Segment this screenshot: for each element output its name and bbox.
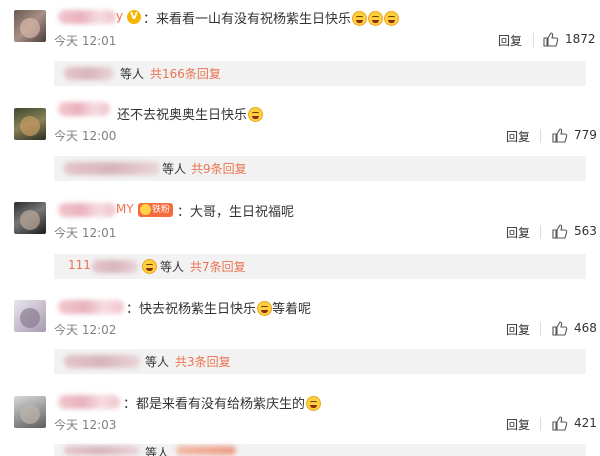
sub-reply-users-blurred xyxy=(64,162,160,175)
like-button[interactable]: 1872 xyxy=(543,32,596,48)
username-tail[interactable]: y xyxy=(116,9,123,23)
username-tail[interactable]: MY xyxy=(116,202,134,216)
sub-replies-bar[interactable]: 等人 共9条回复 xyxy=(54,156,586,181)
avatar[interactable] xyxy=(14,300,46,332)
timestamp: 今天 12:03 xyxy=(54,418,117,432)
sub-reply-deng: 等人 xyxy=(162,162,187,176)
timestamp: 今天 12:01 xyxy=(54,34,117,48)
reply-button[interactable]: 回复 xyxy=(506,128,530,145)
verified-v-icon: V xyxy=(127,10,141,24)
avatar[interactable] xyxy=(14,108,46,140)
heart-icon xyxy=(140,204,151,215)
comment-text: ：都是来看有没有给杨紫庆生的 xyxy=(123,393,322,412)
reply-button[interactable]: 回复 xyxy=(506,224,530,241)
sub-reply-users-blurred xyxy=(92,260,138,273)
sub-replies-bar[interactable]: 等人 xyxy=(54,444,586,456)
emoji-icon xyxy=(306,396,322,411)
thumbs-up-icon xyxy=(552,224,568,239)
timestamp: 今天 12:00 xyxy=(54,129,117,143)
username-blurred[interactable] xyxy=(58,102,110,116)
username-blurred[interactable] xyxy=(58,203,116,217)
username-blurred[interactable] xyxy=(58,395,120,409)
sub-replies-bar[interactable]: 等人 共3条回复 xyxy=(54,349,586,374)
laugh-emoji-icon xyxy=(384,11,400,26)
like-count: 1872 xyxy=(565,32,596,46)
like-count: 421 xyxy=(574,416,597,430)
sub-reply-count-link[interactable]: 共7条回复 xyxy=(190,258,246,275)
divider xyxy=(540,129,541,143)
like-count: 563 xyxy=(574,224,597,238)
sub-reply-count-link[interactable]: 共3条回复 xyxy=(175,353,231,370)
sub-reply-users-blurred xyxy=(64,67,114,80)
timestamp: 今天 12:02 xyxy=(54,323,117,337)
divider xyxy=(540,417,541,431)
reply-button[interactable]: 回复 xyxy=(498,32,522,49)
sub-reply-count-link[interactable]: 共9条回复 xyxy=(191,160,247,177)
sub-reply-user-prefix[interactable]: 111 xyxy=(68,258,91,272)
comment-text: ：来看看一山有没有祝杨紫生日快乐 xyxy=(143,8,400,27)
emoji-icon xyxy=(142,259,157,274)
divider xyxy=(540,322,541,336)
emoji-icon xyxy=(248,107,264,122)
like-button[interactable]: 421 xyxy=(552,416,597,432)
comment-text: ：大哥，生日祝福呢 xyxy=(177,205,295,220)
laugh-emoji-icon xyxy=(368,11,384,26)
reply-button[interactable]: 回复 xyxy=(506,321,530,338)
sub-reply-deng: 等人 xyxy=(120,67,145,81)
avatar[interactable] xyxy=(14,202,46,234)
laugh-emoji-icon xyxy=(352,11,368,26)
avatar[interactable] xyxy=(14,10,46,42)
sub-reply-users-blurred xyxy=(64,355,140,368)
thumbs-up-icon xyxy=(543,32,559,47)
sub-reply-count-blurred xyxy=(176,446,236,455)
divider xyxy=(540,225,541,239)
grin-emoji-icon xyxy=(257,301,273,316)
sub-reply-deng: 等人 xyxy=(160,260,185,274)
reply-button[interactable]: 回复 xyxy=(506,416,530,433)
thumbs-up-icon xyxy=(552,321,568,336)
timestamp: 今天 12:01 xyxy=(54,226,117,240)
comment-text: 还不去祝奥奥生日快乐 xyxy=(117,104,264,123)
sub-reply-count-link[interactable]: 共166条回复 xyxy=(150,65,221,82)
avatar[interactable] xyxy=(14,396,46,428)
divider xyxy=(533,33,534,47)
like-button[interactable]: 563 xyxy=(552,224,597,240)
thumbs-up-icon xyxy=(552,128,568,143)
comment-text: ：快去祝杨紫生日快乐 等着呢 xyxy=(126,301,312,317)
thumbs-up-icon xyxy=(552,416,568,431)
sub-replies-bar[interactable]: 等人 共166条回复 xyxy=(54,61,586,86)
fan-badge: 铁粉 xyxy=(138,203,174,217)
sub-reply-deng: 等人 xyxy=(145,446,170,456)
sub-replies-bar[interactable]: 111 等人 共7条回复 xyxy=(54,254,586,279)
sub-reply-users-blurred xyxy=(64,446,140,455)
username-blurred[interactable] xyxy=(58,10,116,24)
like-button[interactable]: 468 xyxy=(552,321,597,337)
username-blurred[interactable] xyxy=(58,300,124,314)
like-button[interactable]: 779 xyxy=(552,128,597,144)
sub-reply-deng: 等人 xyxy=(145,355,170,369)
like-count: 779 xyxy=(574,128,597,142)
like-count: 468 xyxy=(574,321,597,335)
